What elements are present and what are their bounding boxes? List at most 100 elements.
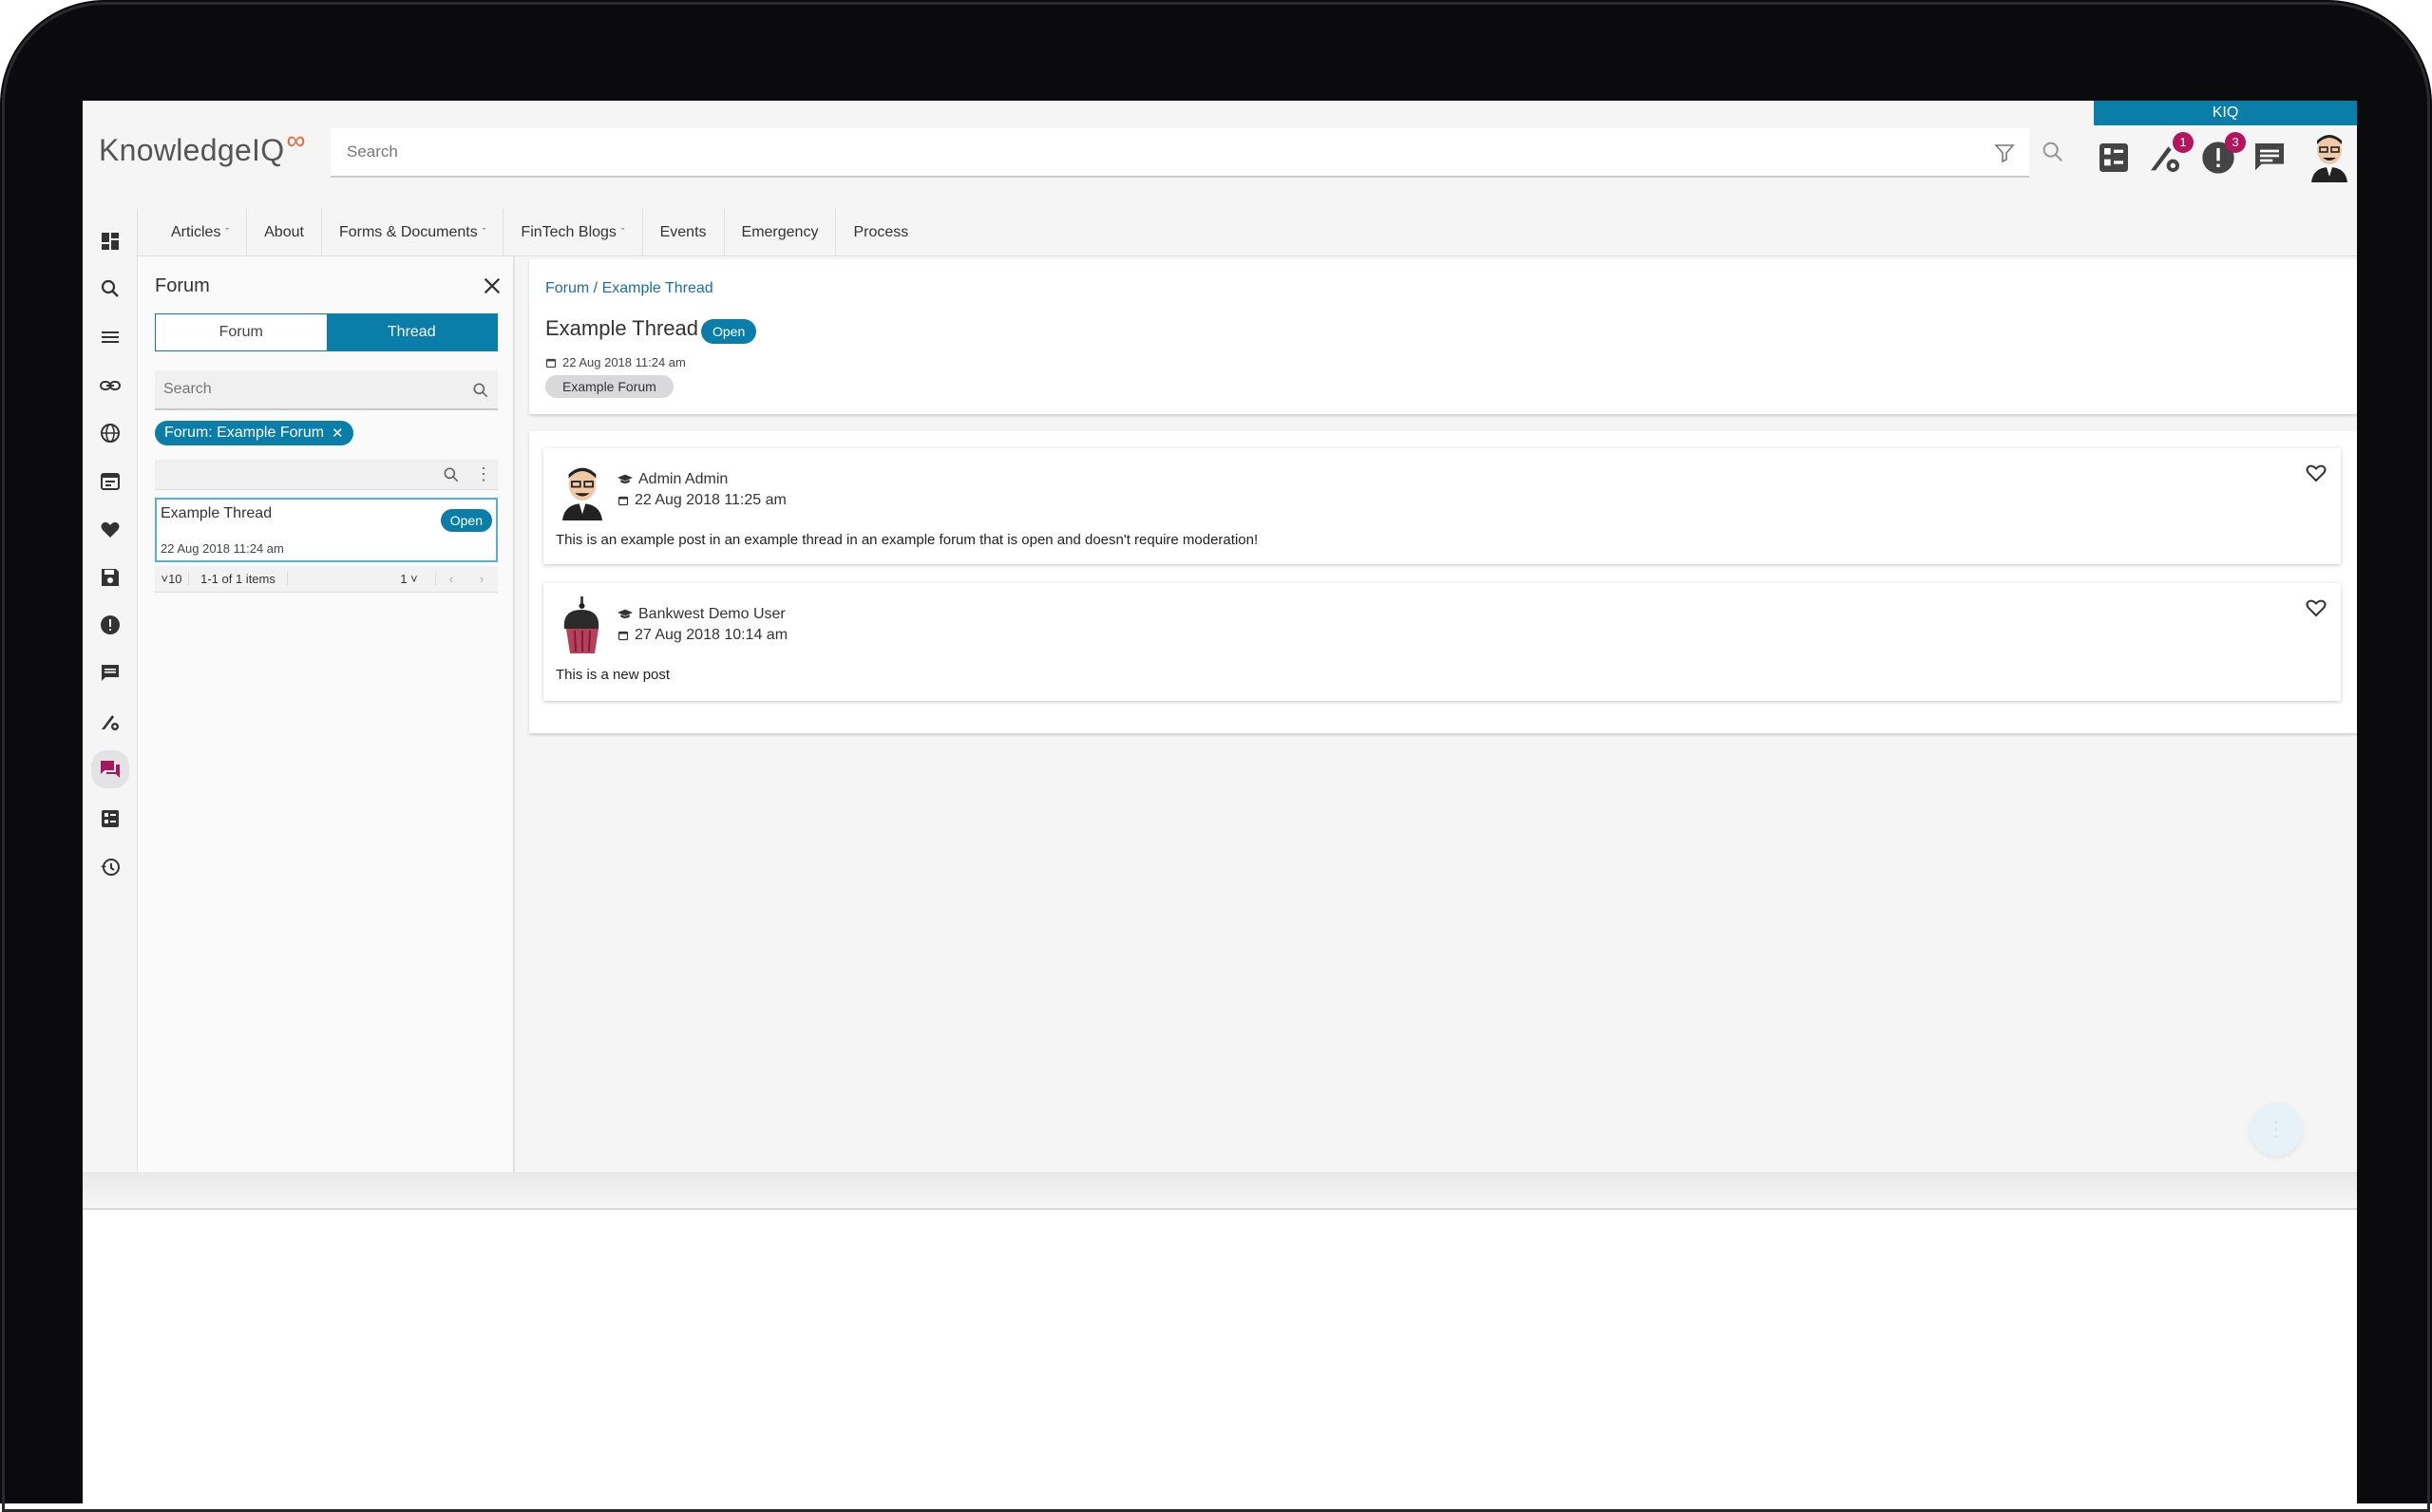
- search-icon[interactable]: [95, 274, 125, 304]
- link-icon[interactable]: [95, 370, 125, 401]
- forum-tag[interactable]: Example Forum: [545, 375, 674, 398]
- post-author-name: Admin Admin: [638, 471, 729, 487]
- heart-outline-icon[interactable]: [2305, 462, 2328, 484]
- logo-mark-icon: ∞: [286, 125, 306, 155]
- filter-chip: Forum: Example Forum ✕: [155, 421, 353, 445]
- pager: ˅10 1-1 of 1 items 1 ˅ ‹ ›: [155, 566, 498, 593]
- save-icon[interactable]: [95, 562, 125, 593]
- page-value: 1: [400, 572, 408, 586]
- panel-search: [155, 370, 498, 410]
- grid-toolbar: ⋮: [155, 460, 498, 490]
- post-body: This is an example post in an example th…: [556, 532, 1259, 548]
- comment-icon[interactable]: [95, 658, 125, 689]
- calendar-icon: [545, 358, 557, 368]
- forum-panel: Forum Forum Thread Forum: Example Forum …: [138, 256, 515, 1172]
- nav-item-label: Emergency: [741, 223, 819, 240]
- nav-item-label: Events: [659, 223, 707, 240]
- icon-rail: [83, 209, 138, 1172]
- post-card: Admin Admin 22 Aug 2018 11:25 am This is…: [543, 448, 2341, 564]
- user-avatar[interactable]: [2306, 129, 2353, 182]
- graduation-cap-icon: [618, 474, 633, 483]
- posts-container: Admin Admin 22 Aug 2018 11:25 am This is…: [529, 431, 2357, 733]
- page-size-select[interactable]: ˅10: [155, 572, 189, 586]
- chevron-down-icon: ˅: [410, 572, 418, 586]
- nav-item-forms-documents[interactable]: Forms & Documents ˇ: [322, 208, 504, 256]
- nav-item-about[interactable]: About: [247, 208, 322, 256]
- toggle-forum[interactable]: Forum: [156, 314, 327, 350]
- heart-icon[interactable]: [95, 514, 125, 544]
- search-icon[interactable]: [471, 381, 490, 400]
- chevron-down-icon: ˇ: [482, 226, 486, 238]
- remove-filter-icon[interactable]: ✕: [332, 425, 344, 442]
- globe-icon[interactable]: [95, 418, 125, 448]
- close-icon[interactable]: [482, 275, 503, 296]
- nav-item-label: About: [264, 223, 304, 240]
- page-select[interactable]: 1 ˅: [383, 572, 436, 586]
- search-icon[interactable]: [442, 465, 461, 484]
- alerts-badge: 3: [2225, 132, 2246, 153]
- nav-item-fintech-blogs[interactable]: FinTech Blogs ˇ: [504, 208, 643, 256]
- calendar-icon: [618, 631, 629, 641]
- list-icon[interactable]: [95, 803, 125, 834]
- global-search-input[interactable]: [331, 128, 1946, 176]
- dashboard-icon[interactable]: [95, 226, 125, 256]
- toggle-thread[interactable]: Thread: [326, 314, 497, 350]
- window-bottom-edge: [83, 1172, 2357, 1210]
- notifications-badge: 1: [2173, 132, 2194, 153]
- forum-thread-toggle: Forum Thread: [155, 313, 498, 351]
- calendar-icon[interactable]: [95, 465, 125, 496]
- chevron-down-icon: ˇ: [225, 226, 230, 238]
- post-date-text: 27 Aug 2018 10:14 am: [635, 627, 788, 643]
- checklist-icon[interactable]: [2095, 139, 2133, 177]
- filter-icon[interactable]: [1993, 142, 2016, 164]
- next-page-icon[interactable]: ›: [466, 572, 497, 586]
- graduation-cap-icon: [618, 609, 633, 618]
- thread-header-card: Forum / Example Thread Example Thread Op…: [529, 259, 2357, 414]
- panel-search-input[interactable]: [155, 370, 459, 408]
- heart-outline-icon[interactable]: [2305, 596, 2328, 619]
- post-card: Bankwest Demo User 27 Aug 2018 10:14 am …: [543, 583, 2341, 701]
- nav-item-label: Forms & Documents: [338, 223, 478, 240]
- post-body: This is a new post: [556, 667, 671, 683]
- tools-icon[interactable]: [95, 707, 125, 737]
- history-icon[interactable]: [95, 852, 125, 882]
- post-date-text: 22 Aug 2018 11:25 am: [635, 492, 787, 508]
- post-date: 27 Aug 2018 10:14 am: [618, 627, 788, 644]
- chevron-down-icon: ˇ: [620, 226, 625, 238]
- main-nav: Articles ˇ About Forms & Documents ˇ FinTe…: [138, 208, 2357, 256]
- thread-title: Example Thread: [161, 505, 273, 521]
- menu-icon[interactable]: [95, 322, 125, 352]
- post-date: 22 Aug 2018 11:25 am: [618, 492, 787, 509]
- chat-icon[interactable]: [2251, 139, 2289, 177]
- global-search: [331, 128, 2029, 178]
- forum-icon[interactable]: [91, 750, 129, 788]
- post-author-avatar: [563, 596, 599, 653]
- status-badge: Open: [440, 509, 492, 532]
- nav-item-label: Process: [853, 223, 909, 240]
- thread-date: 22 Aug 2018 11:24 am: [545, 355, 686, 369]
- nav-item-process[interactable]: Process: [836, 209, 925, 256]
- kiq-tab[interactable]: KIQ: [2094, 101, 2357, 125]
- filter-chip-label: Forum: Example Forum: [164, 425, 325, 441]
- thread-content: Forum / Example Thread Example Thread Op…: [515, 256, 2357, 1172]
- nav-item-articles[interactable]: Articles ˇ: [154, 208, 248, 256]
- more-options-icon[interactable]: ⋮: [474, 465, 493, 484]
- thread-date: 22 Aug 2018 11:24 am: [161, 541, 284, 556]
- thread-list-item[interactable]: Example Thread 22 Aug 2018 11:24 am Open: [155, 498, 498, 562]
- search-icon[interactable]: [2040, 139, 2066, 165]
- more-actions-fab[interactable]: ⋮: [2250, 1103, 2303, 1156]
- breadcrumb[interactable]: Forum / Example Thread: [545, 280, 713, 297]
- chevron-down-icon: ˅: [161, 572, 169, 586]
- panel-title: Forum: [155, 275, 210, 296]
- nav-item-label: FinTech Blogs: [521, 223, 617, 240]
- nav-item-emergency[interactable]: Emergency: [725, 208, 837, 256]
- nav-item-events[interactable]: Events: [643, 208, 725, 256]
- post-author: Admin Admin: [618, 471, 728, 488]
- logo[interactable]: KnowledgeIQ ∞: [99, 125, 305, 180]
- page-title: Example Thread: [545, 316, 699, 340]
- page-size-value: 10: [168, 572, 182, 586]
- prev-page-icon[interactable]: ‹: [436, 572, 466, 586]
- app-window: KnowledgeIQ ∞ KIQ 1 3: [83, 101, 2357, 1172]
- alert-icon[interactable]: [95, 610, 125, 640]
- logo-text: KnowledgeIQ: [99, 133, 285, 167]
